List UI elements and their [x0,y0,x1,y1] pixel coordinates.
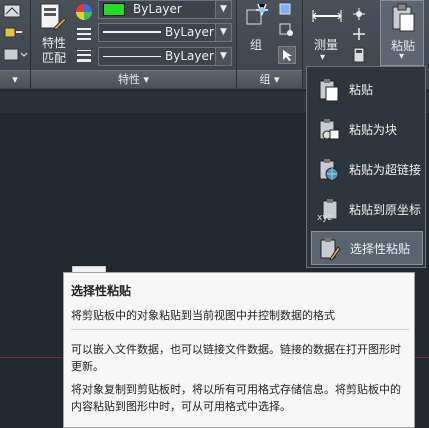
menu-item-label: 选择性粘贴 [350,242,411,256]
lineweight-dropdown-value: ByLayer [165,49,214,63]
match-properties-label-line1: 特性 [41,36,66,50]
panel-divider [302,0,303,88]
lineweight-list-icon[interactable] [75,47,93,65]
linetype-sample [103,31,161,33]
lineweight-sample [103,56,161,57]
color-dropdown-value: ByLayer [133,2,182,16]
color-swatch [103,3,125,16]
match-properties-label-line2: 匹配 [41,51,66,65]
paste-special-icon [318,237,342,261]
chevron-down-icon: ▾ [399,51,405,62]
menu-item-label: 粘贴到原坐标 [349,203,422,217]
group-icon[interactable] [242,2,272,32]
paste-dropdown-menu: 粘贴 粘贴为块 粘贴为超链接 xyz 粘贴到原坐标 选择性粘贴 [306,66,426,268]
layer-dropdown-icon[interactable] [2,46,28,64]
menu-item-paste-as-hyperlink[interactable]: 粘贴为超链接 [311,153,423,187]
panel-bar-properties[interactable]: 特性 ▾ [31,70,236,88]
paste-button[interactable]: 粘贴 ▾ [380,0,424,66]
menu-item-paste[interactable]: 粘贴 [311,73,423,107]
calculator-icon[interactable] [350,46,368,64]
tooltip-divider [71,329,409,330]
tooltip-title: 选择性粘贴 [71,284,132,298]
panel-bar-left[interactable]: ▾ [0,70,30,88]
paste-icon [317,78,341,102]
group-select-icon[interactable] [278,46,296,64]
panel-group-title: 组 ▾ [259,73,280,86]
ungroup-icon[interactable] [278,2,296,18]
tooltip-paragraph-2: 将对象复制到剪贴板时，将以所有可用格式存储信息。将剪贴板中的内容粘贴到图形中时，… [71,383,401,413]
menu-item-paste-to-original-coordinates[interactable]: xyz 粘贴到原坐标 [311,193,423,227]
measure-label[interactable]: 测量 [314,36,338,53]
layer-tool-icon[interactable] [2,2,24,22]
svg-text:xyz: xyz [317,213,333,222]
tooltip-paragraph-1: 可以嵌入文件数据，也可以链接文件数据。链接的数据在打开图形时更新。 [71,343,401,373]
crosshair-icon[interactable] [350,26,368,42]
linetype-list-icon[interactable] [75,25,93,43]
linetype-dropdown[interactable]: ByLayer ▼ [98,23,232,42]
paste-special-tooltip: 选择性粘贴 将剪贴板中的对象粘贴到当前视图中并控制数据的格式 可以嵌入文件数据，… [63,272,415,428]
lineweight-dropdown[interactable]: ByLayer ▼ [98,47,232,66]
measure-dropdown-arrow[interactable]: ▾ [320,52,325,63]
menu-item-label: 粘贴为块 [349,123,398,137]
color-wheel-icon[interactable] [74,2,94,22]
menu-item-paste-special[interactable]: 选择性粘贴 [311,231,423,265]
chevron-down-icon[interactable]: ▼ [215,24,231,41]
panel-properties-title: 特性 ▾ [117,73,150,86]
point-icon[interactable] [350,6,368,22]
tooltip-summary: 将剪贴板中的对象粘贴到当前视图中并控制数据的格式 [71,309,335,322]
paste-as-hyperlink-icon [317,158,341,182]
panel-bar-left-arrow: ▾ [12,73,18,86]
match-properties-icon[interactable] [38,2,68,34]
group-edit-icon[interactable] [278,22,296,38]
menu-item-label: 粘贴 [349,83,374,97]
match-properties-label[interactable]: 特性 匹配 [40,36,68,66]
chevron-down-icon[interactable]: ▼ [215,1,231,18]
paste-to-original-coordinates-icon: xyz [317,198,341,223]
layer-state-icon[interactable] [2,24,24,42]
measure-icon[interactable] [310,4,344,28]
panel-bar-group[interactable]: 组 ▾ [237,70,302,88]
menu-item-paste-as-block[interactable]: 粘贴为块 [311,113,423,147]
paste-as-block-icon [317,118,341,142]
menu-item-label: 粘贴为超链接 [349,163,422,177]
color-dropdown[interactable]: ByLayer ▼ [98,0,232,19]
group-label[interactable]: 组 [250,36,262,53]
paste-icon [389,3,417,33]
linetype-dropdown-value: ByLayer [165,25,214,39]
chevron-down-icon[interactable]: ▼ [215,48,231,65]
